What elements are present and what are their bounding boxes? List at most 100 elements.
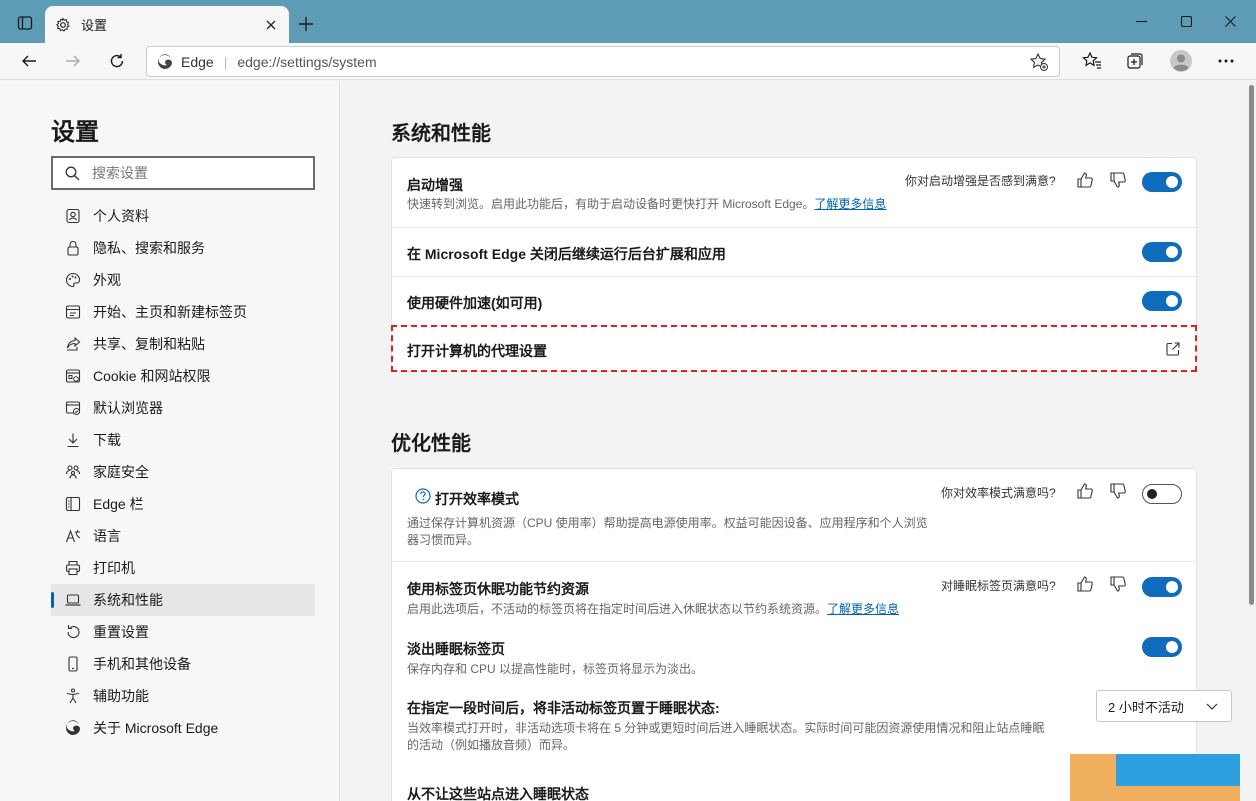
sidebar-item-profile[interactable]: 个人资料 [51, 200, 315, 232]
efficiency-mode-toggle[interactable] [1142, 484, 1182, 504]
sleeping-tabs-toggle[interactable] [1142, 577, 1182, 597]
back-button[interactable] [14, 46, 44, 76]
sidebar-item-label: 隐私、搜索和服务 [93, 240, 205, 256]
tab-title: 设置 [81, 18, 108, 33]
sidebar-item-label: 下载 [93, 432, 121, 448]
share-icon [64, 335, 82, 353]
sleeping-tabs-desc: 启用此选项后，不活动的标签页将在指定时间后进入休眠状态以节约系统资源。了解更多信… [407, 602, 900, 616]
sidebar-nav: 个人资料隐私、搜索和服务 外观开始、主页和新建标签页 共享、复制和粘贴 Cookie … [51, 200, 315, 744]
sidebar-item-label: 辅助功能 [93, 688, 149, 704]
background-run-row: 在 Microsoft Edge 关闭后继续运行后台扩展和应用 [392, 228, 1196, 277]
sidebar-item-default-browser[interactable]: 默认浏览器 [51, 392, 315, 424]
search-icon [65, 166, 80, 180]
address-toolbar: Edge | edge://settings/system [0, 43, 1256, 80]
home-tab-icon [64, 303, 82, 321]
sidebar-item-phone[interactable]: 手机和其他设备 [51, 648, 315, 680]
startup-boost-title: 启动增强 [407, 177, 463, 193]
thumbs-up-icon[interactable] [1075, 170, 1095, 190]
sidebar-item-palette[interactable]: 外观 [51, 264, 315, 296]
startup-boost-feedback: 你对启动增强是否感到满意? [905, 174, 1056, 188]
hardware-accel-row: 使用硬件加速(如可用) [392, 277, 1196, 326]
sidebar-item-site-permissions[interactable]: Cookie 和网站权限 [51, 360, 315, 392]
system-section-title: 系统和性能 [391, 123, 491, 145]
more-icon [1218, 59, 1234, 63]
add-favorite-icon[interactable] [1029, 52, 1049, 72]
startup-boost-toggle[interactable] [1142, 172, 1182, 192]
default-browser-icon [64, 399, 82, 417]
title-bar: 设置 [0, 0, 1256, 43]
thumbs-down-icon[interactable] [1108, 170, 1128, 190]
minimize-icon [1135, 20, 1147, 22]
system-card: 启动增强 快速转到浏览。启用此功能后，有助于启动设备时更快打开 Microsof… [391, 157, 1197, 372]
sleeping-tabs-row: 使用标签页休眠功能节约资源 启用此选项后，不活动的标签页将在指定时间后进入休眠状… [392, 562, 1196, 622]
thumbs-down-icon[interactable] [1108, 574, 1128, 594]
sleeping-tabs-learn-more-link[interactable]: 了解更多信息 [827, 602, 899, 616]
sidebar-item-edge-logo[interactable]: 关于 Microsoft Edge [51, 712, 315, 744]
address-separator: | [223, 53, 228, 70]
sleeping-tabs-feedback: 对睡眠标签页满意吗? [941, 579, 1056, 593]
background-run-title: 在 Microsoft Edge 关闭后继续运行后台扩展和应用 [407, 246, 726, 262]
sidebar-item-label: 共享、复制和粘贴 [93, 336, 205, 352]
sidebar-item-reset[interactable]: 重置设置 [51, 616, 315, 648]
sidebar-item-label: 打印机 [93, 560, 135, 576]
thumbs-up-icon[interactable] [1075, 481, 1095, 501]
fade-tabs-toggle[interactable] [1142, 637, 1182, 657]
address-bar[interactable]: Edge | edge://settings/system [146, 46, 1060, 77]
forward-button[interactable] [58, 46, 88, 76]
never-sleep-title: 从不让这些站点进入睡眠状态 [407, 786, 589, 801]
hardware-accel-toggle[interactable] [1142, 291, 1182, 311]
sidebar-item-language[interactable]: 语言 [51, 520, 315, 552]
active-tab[interactable]: 设置 [45, 6, 289, 43]
favorites-button[interactable] [1078, 47, 1106, 75]
hardware-accel-title: 使用硬件加速(如可用) [407, 295, 543, 311]
family-icon [64, 463, 82, 481]
close-tab-icon[interactable] [263, 17, 279, 33]
sidebar-item-label: 手机和其他设备 [93, 656, 191, 672]
search-input[interactable] [92, 165, 282, 181]
collections-button[interactable] [1121, 47, 1149, 75]
sleep-after-dropdown[interactable]: 2 小时不活动 [1096, 690, 1232, 722]
sidebar-item-home-tab[interactable]: 开始、主页和新建标签页 [51, 296, 315, 328]
reset-icon [64, 623, 82, 641]
maximize-button[interactable] [1172, 8, 1200, 34]
startup-boost-learn-more-link[interactable]: 了解更多信息 [814, 197, 886, 211]
sidebar-item-accessibility[interactable]: 辅助功能 [51, 680, 315, 712]
sidebar-item-printer[interactable]: 打印机 [51, 552, 315, 584]
palette-icon [64, 271, 82, 289]
sidebar-item-family[interactable]: 家庭安全 [51, 456, 315, 488]
refresh-button[interactable] [102, 46, 132, 76]
tab-actions-button[interactable] [8, 9, 42, 37]
sidebar-item-label: 个人资料 [93, 208, 149, 224]
profile-icon [64, 207, 82, 225]
startup-boost-desc: 快速转到浏览。启用此功能后，有助于启动设备时更快打开 Microsoft Edg… [407, 197, 887, 211]
content-scrollbar[interactable] [1247, 81, 1256, 801]
thumbs-down-icon[interactable] [1108, 481, 1128, 501]
phone-icon [64, 655, 82, 673]
help-icon[interactable] [415, 488, 431, 504]
settings-search[interactable] [51, 156, 315, 190]
sidebar-item-edge-bar[interactable]: Edge 栏 [51, 488, 315, 520]
scrollbar-thumb[interactable] [1249, 85, 1254, 605]
external-link-icon[interactable] [1163, 339, 1183, 359]
new-tab-button[interactable] [294, 12, 318, 36]
efficiency-mode-row: 打开效率模式 通过保存计算机资源（CPU 使用率）帮助提高电源使用率。权益可能因… [392, 469, 1196, 562]
more-button[interactable] [1212, 47, 1240, 75]
sidebar-item-label: 重置设置 [93, 624, 149, 640]
sidebar-item-lock[interactable]: 隐私、搜索和服务 [51, 232, 315, 264]
sidebar-item-label: 外观 [93, 272, 121, 288]
site-permissions-icon [64, 367, 82, 385]
sidebar-item-share[interactable]: 共享、复制和粘贴 [51, 328, 315, 360]
sidebar-item-label: 开始、主页和新建标签页 [93, 304, 247, 320]
background-run-toggle[interactable] [1142, 242, 1182, 262]
perf-card: 打开效率模式 通过保存计算机资源（CPU 使用率）帮助提高电源使用率。权益可能因… [391, 468, 1232, 801]
minimize-button[interactable] [1127, 8, 1155, 34]
sidebar-item-label: 默认浏览器 [93, 400, 163, 416]
sidebar-item-download[interactable]: 下载 [51, 424, 315, 456]
close-window-button[interactable] [1216, 8, 1244, 34]
sidebar-item-laptop[interactable]: 系统和性能 [51, 584, 315, 616]
thumbs-up-icon[interactable] [1075, 574, 1095, 594]
proxy-settings-row[interactable]: 打开计算机的代理设置 [392, 326, 1196, 372]
url-text[interactable]: edge://settings/system [237, 54, 1029, 70]
profile-button[interactable] [1167, 47, 1195, 75]
accessibility-icon [64, 687, 82, 705]
